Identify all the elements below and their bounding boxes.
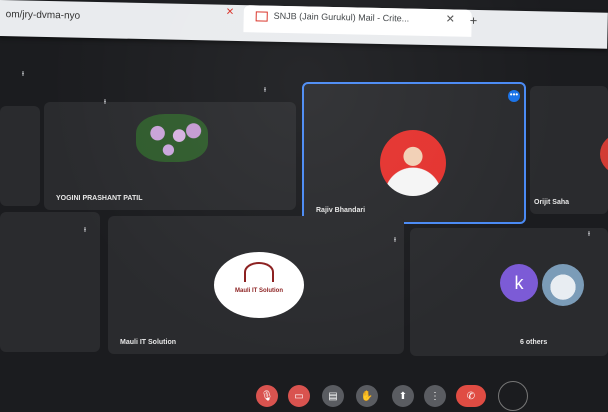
avatar-photo <box>542 264 584 306</box>
more-options-icon[interactable]: ••• <box>508 90 520 102</box>
participant-tile-others[interactable]: k 6 others <box>410 228 608 356</box>
hand-icon: ✋ <box>360 390 374 402</box>
camera-off-icon: ▭ <box>294 390 304 402</box>
captions-button[interactable]: ▤ <box>322 385 344 407</box>
mauli-logo-text: Mauli IT Solution <box>235 288 283 294</box>
more-options-button[interactable]: ⋮ <box>424 385 446 407</box>
more-vertical-icon: ⋮ <box>430 390 440 402</box>
avatar-rajiv <box>380 130 446 196</box>
camera-toggle-button[interactable]: ▭ <box>288 385 310 407</box>
participant-tile-rajiv[interactable]: Rajiv Bhandari ••• <box>302 82 526 224</box>
participant-name: YOGINI PRASHANT PATIL <box>56 195 143 202</box>
captions-icon: ▤ <box>328 390 338 402</box>
new-tab-button[interactable]: + <box>470 13 478 28</box>
gmail-icon <box>255 11 268 22</box>
present-screen-button[interactable]: ⬆ <box>392 385 414 407</box>
address-bar-url[interactable]: om/jry-dvma-nyo <box>6 9 81 22</box>
avatar-orijit <box>600 134 608 174</box>
avatar-letter-k: k <box>500 264 538 302</box>
participant-tile-partial[interactable] <box>0 106 40 206</box>
call-controls-bar: 🎙 ▭ ▤ ✋ ⬆ ⋮ ✆ <box>0 345 608 411</box>
present-icon: ⬆ <box>398 390 408 402</box>
mauli-logo-icon <box>244 262 274 282</box>
tab-close-icon[interactable]: ✕ <box>446 12 455 25</box>
mic-off-icon: ᵻ <box>588 228 590 238</box>
mic-off-icon: ᵻ <box>264 84 266 94</box>
participant-tile-yogini[interactable]: YOGINI PRASHANT PATIL <box>44 102 296 210</box>
participant-name: Orijit Saha <box>534 199 570 206</box>
previous-tab-close-icon[interactable]: ✕ <box>226 7 235 18</box>
participant-name: Rajiv Bhandari <box>316 207 366 214</box>
avatar-mauli-logo: Mauli IT Solution <box>214 252 304 318</box>
mic-off-icon: ᵻ <box>84 224 86 234</box>
participant-tile-mauli[interactable]: Mauli IT Solution Mauli IT Solution <box>108 216 404 354</box>
leave-call-button[interactable]: ✆ <box>456 385 486 407</box>
avatar-flowers <box>136 114 208 162</box>
mic-toggle-button[interactable]: 🎙 <box>256 385 278 407</box>
mic-off-icon: 🎙 <box>260 390 274 402</box>
mic-off-icon: ᵻ <box>394 234 396 244</box>
raise-hand-button[interactable]: ✋ <box>356 385 378 407</box>
mic-off-icon: ᵻ <box>22 68 24 78</box>
activities-button[interactable] <box>498 381 528 411</box>
phone-hangup-icon: ✆ <box>466 390 476 402</box>
mic-off-icon: ᵻ <box>104 96 106 106</box>
participant-tile-orijit[interactable]: Orijit Saha <box>530 86 608 214</box>
